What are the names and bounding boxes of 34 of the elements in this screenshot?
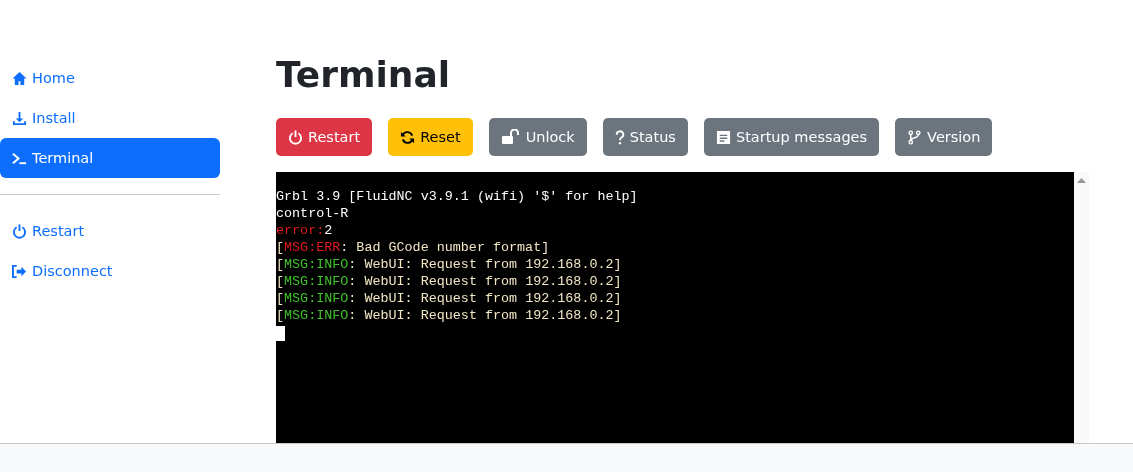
power-icon [12,223,27,239]
terminal-line: [MSG:INFO: WebUI: Request from 192.168.0.2] [276,274,622,289]
toolbar-button[interactable]: Reset [388,118,473,156]
toolbar-button[interactable]: Restart [276,118,373,156]
page-title: Terminal [276,53,452,97]
terminal-line: error:2 [276,223,333,238]
question-icon [614,129,625,145]
terminal-icon [12,150,27,166]
terminal-line: [MSG:INFO: WebUI: Request from 192.168.0.2] [276,308,622,323]
toolbar-button[interactable]: Unlock [488,118,587,156]
home-icon [12,70,27,86]
toolbar-button[interactable]: Startup messages [703,118,880,156]
terminal-line: control-R [276,206,349,221]
scroll-up-arrow-icon[interactable] [1077,178,1086,183]
sign-out-icon [12,263,27,279]
terminal-output[interactable] [276,172,1074,443]
branch-icon [907,129,923,145]
refresh-icon [400,129,416,145]
scrollbar[interactable] [1074,172,1089,443]
unlock-icon [500,129,521,145]
toolbar-button[interactable]: Version [895,118,993,156]
nav-link[interactable]: Disconnect [0,251,220,291]
nav-link[interactable]: Terminal [0,138,220,178]
power-icon [288,129,303,145]
nav-link[interactable]: Install [0,98,220,138]
terminal-line: Grbl 3.9 [FluidNC v3.9.1 (wifi) '$' for help] [276,189,638,204]
nav-link[interactable]: Restart [0,211,220,251]
terminal-line: [MSG:INFO: WebUI: Request from 192.168.0.2] [276,291,622,306]
terminal-line: [MSG:ERR: Bad GCode number format] [276,240,550,255]
download-icon [12,110,27,126]
document-icon [715,129,731,145]
toolbar-button[interactable]: Status [602,118,688,156]
nav-link[interactable]: Home [0,58,220,98]
terminal-line: [MSG:INFO: WebUI: Request from 192.168.0.2] [276,257,622,272]
